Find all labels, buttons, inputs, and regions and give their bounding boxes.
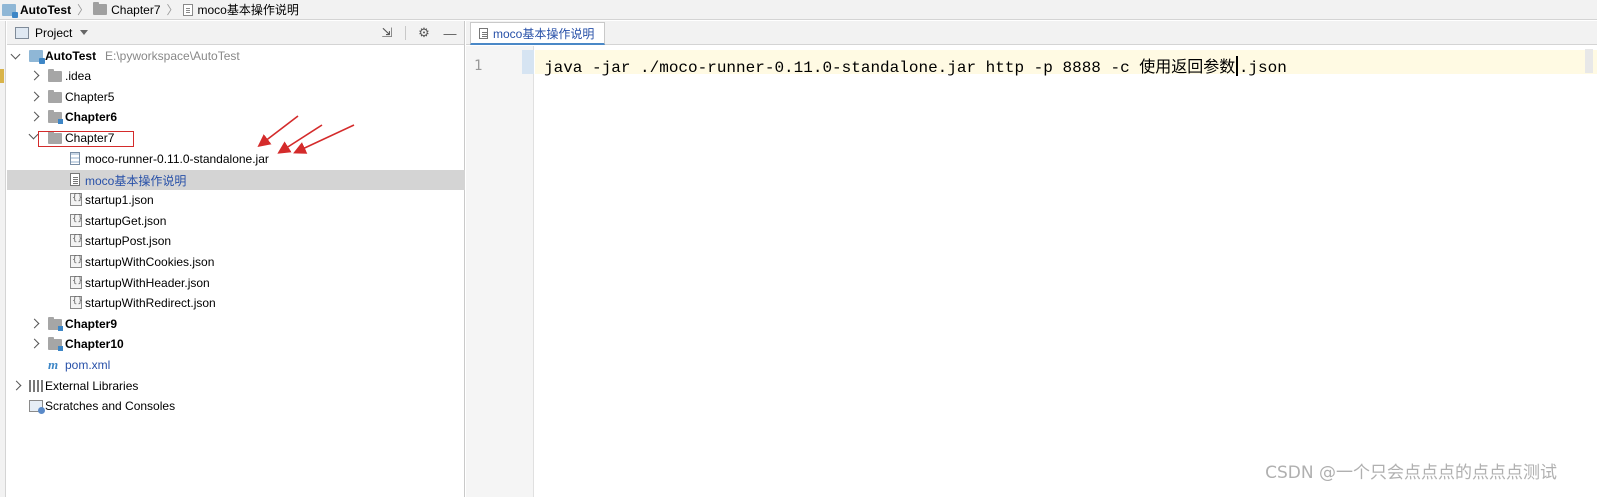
jar-file-icon	[70, 152, 80, 165]
module-icon	[29, 50, 45, 64]
project-view-icon	[15, 26, 29, 39]
tree-row-json[interactable]: startupWithRedirect.json	[7, 293, 465, 313]
tree-item-label: startupWithCookies.json	[85, 255, 215, 269]
tree-item-label: Chapter5	[65, 90, 115, 104]
tree-row-root[interactable]: AutoTest E:\pyworkspace\AutoTest	[7, 46, 465, 66]
tree-item-label: External Libraries	[45, 379, 139, 393]
tree-row-chapter6[interactable]: Chapter6	[7, 107, 465, 127]
chevron-right-icon[interactable]	[29, 339, 39, 349]
folder-icon	[48, 69, 62, 82]
json-file-icon	[70, 234, 83, 247]
chevron-right-icon[interactable]	[29, 319, 39, 329]
panel-header-actions: ⇲ ⚙ —	[379, 21, 458, 45]
divider	[405, 26, 406, 40]
tree-item-label: moco-runner-0.11.0-standalone.jar	[85, 152, 269, 166]
left-tool-strip[interactable]	[0, 21, 6, 497]
line-number: 1	[474, 58, 483, 74]
chevron-down-icon[interactable]	[11, 51, 21, 61]
text-file-icon	[479, 27, 488, 39]
tree-item-label: moco基本操作说明	[85, 173, 187, 188]
breadcrumb-separator-icon: 〉	[77, 3, 90, 17]
module-folder-icon	[48, 110, 63, 124]
tree-item-label: startup1.json	[85, 193, 154, 207]
tree-item-label: Scratches and Consoles	[45, 399, 176, 413]
tree-row-selected-file[interactable]: moco基本操作说明	[7, 170, 465, 190]
gear-icon[interactable]: ⚙	[416, 25, 432, 41]
breadcrumb-file[interactable]: moco基本操作说明	[182, 0, 303, 20]
project-panel-title[interactable]: Project	[35, 26, 72, 40]
project-panel-header: Project ⇲ ⚙ —	[7, 21, 464, 45]
tree-row-json[interactable]: startupPost.json	[7, 231, 465, 251]
folder-icon	[93, 2, 108, 15]
collapse-all-icon[interactable]: ⇲	[379, 25, 395, 41]
tree-row-json[interactable]: startupWithCookies.json	[7, 252, 465, 272]
library-icon	[29, 380, 43, 392]
chevron-right-icon[interactable]	[29, 71, 39, 81]
text-file-icon	[182, 3, 193, 16]
editor-tab-bar: moco基本操作说明	[466, 21, 1597, 45]
maven-icon: m	[48, 357, 59, 372]
json-file-icon	[70, 193, 83, 206]
module-folder-icon	[48, 317, 63, 331]
gutter-marker	[522, 50, 534, 74]
tree-root-label: AutoTest	[45, 49, 97, 63]
module-folder-icon	[48, 337, 63, 351]
breadcrumb-file-label: moco基本操作说明	[197, 3, 299, 17]
navigation-bar: AutoTest 〉 Chapter7 〉 moco基本操作说明	[0, 0, 1597, 20]
tree-row-json[interactable]: startupWithHeader.json	[7, 273, 465, 293]
annotation-highlight-box	[38, 131, 134, 147]
tree-row-chapter10[interactable]: Chapter10	[7, 334, 465, 354]
project-tool-marker[interactable]	[0, 69, 4, 83]
watermark: CSDN @一个只会点点点的点点点测试	[1265, 463, 1557, 483]
tree-item-label: pom.xml	[65, 358, 111, 372]
chevron-right-icon[interactable]	[29, 92, 39, 102]
tree-item-label: Chapter10	[65, 337, 124, 351]
tree-item-label: Chapter9	[65, 317, 118, 331]
tree-item-label: startupPost.json	[85, 234, 172, 248]
minimize-icon[interactable]: —	[442, 25, 458, 41]
tree-row-json[interactable]: startup1.json	[7, 190, 465, 210]
breadcrumb-folder[interactable]: Chapter7	[93, 0, 164, 20]
module-icon	[2, 3, 18, 18]
code-text-after-caret: .json	[1238, 59, 1287, 77]
chevron-down-icon[interactable]	[80, 30, 89, 35]
editor-tab[interactable]: moco基本操作说明	[470, 22, 606, 45]
tree-row-scratches[interactable]: Scratches and Consoles	[7, 396, 465, 416]
tree-item-label: startupGet.json	[85, 214, 167, 228]
breadcrumb-project-label: AutoTest	[20, 2, 72, 17]
tree-item-label: Chapter6	[65, 110, 118, 124]
tree-row-pom[interactable]: m pom.xml	[7, 355, 465, 375]
breadcrumb-separator-icon: 〉	[166, 3, 179, 17]
json-file-icon	[70, 276, 83, 289]
tree-item-label: startupWithHeader.json	[85, 276, 210, 290]
tree-row-external-libraries[interactable]: External Libraries	[7, 376, 465, 396]
editor-area: moco基本操作说明 1 java -jar ./moco-runner-0.1…	[466, 21, 1597, 497]
tree-row-chapter5[interactable]: Chapter5	[7, 87, 465, 107]
chevron-right-icon[interactable]	[11, 381, 21, 391]
json-file-icon	[70, 214, 83, 227]
editor-tab-label: moco基本操作说明	[493, 26, 595, 41]
breadcrumb-folder-label: Chapter7	[111, 2, 161, 17]
tree-row-idea[interactable]: .idea	[7, 66, 465, 86]
chevron-right-icon[interactable]	[29, 112, 39, 122]
tree-row-chapter9[interactable]: Chapter9	[7, 314, 465, 334]
scratches-icon	[29, 400, 45, 414]
code-line[interactable]: java -jar ./moco-runner-0.11.0-standalon…	[544, 53, 1287, 77]
tree-item-label: .idea	[65, 69, 92, 83]
tree-row-json[interactable]: startupGet.json	[7, 211, 465, 231]
scrollbar-marker[interactable]	[1585, 49, 1593, 73]
breadcrumb-project[interactable]: AutoTest	[2, 0, 75, 20]
folder-icon	[48, 90, 62, 103]
editor-gutter: 1	[466, 46, 534, 497]
tree-root-path: E:\pyworkspace\AutoTest	[105, 49, 240, 63]
text-file-icon	[70, 173, 80, 186]
tree-item-label: startupWithRedirect.json	[85, 296, 216, 310]
json-file-icon	[70, 255, 83, 268]
tree-row-jar[interactable]: moco-runner-0.11.0-standalone.jar	[7, 149, 465, 169]
json-file-icon	[70, 296, 83, 309]
text-caret	[1236, 56, 1238, 76]
code-text-before-caret: java -jar ./moco-runner-0.11.0-standalon…	[544, 59, 1236, 77]
project-panel: Project ⇲ ⚙ — AutoTest E:\pyworkspace\Au…	[7, 21, 465, 497]
